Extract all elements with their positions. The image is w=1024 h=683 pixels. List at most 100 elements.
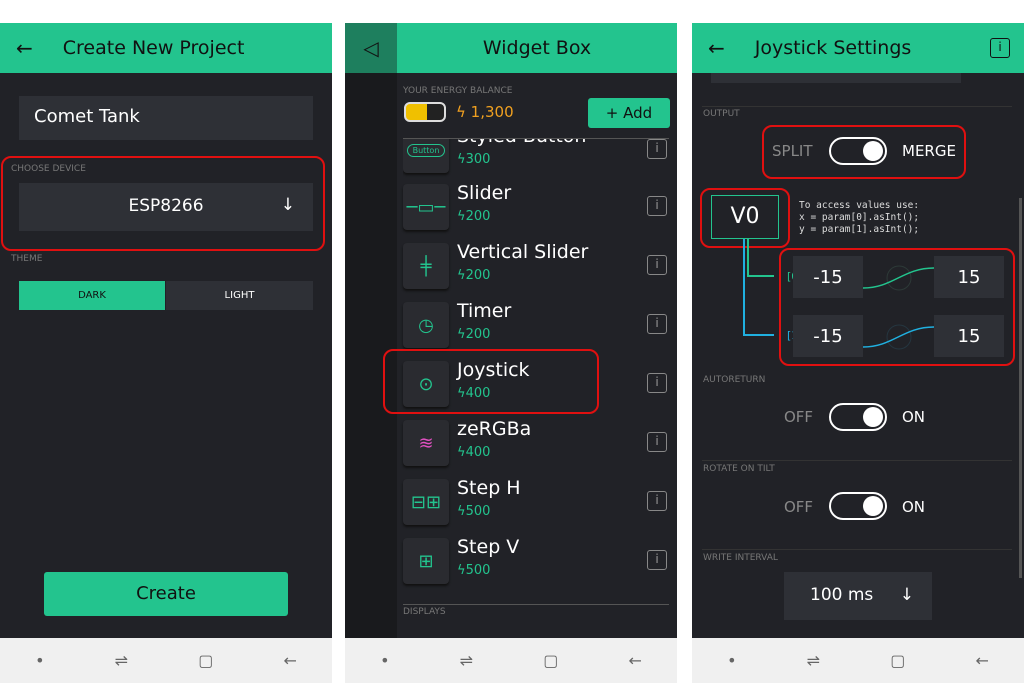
autoreturn-off-label: OFF <box>784 408 814 426</box>
page-title: Joystick Settings <box>754 37 912 59</box>
divider <box>702 549 1012 550</box>
widget-price: ϟ200 <box>457 268 491 283</box>
widget-price: ϟ300 <box>457 152 491 167</box>
styled-button-icon: Button <box>403 139 449 173</box>
widget-box-screen: ◁ Widget Box YOUR ENERGY BALANCE ϟ 1,300… <box>345 23 677 683</box>
dot-icon[interactable]: • <box>35 651 44 670</box>
header: ← Joystick Settings i <box>692 23 1024 73</box>
widget-name: Slider <box>457 182 512 204</box>
recents-icon[interactable]: ⇌ <box>115 651 128 670</box>
autoreturn-toggle[interactable] <box>829 403 887 431</box>
device-value: ESP8266 <box>128 196 204 216</box>
info-icon[interactable]: i <box>647 314 667 334</box>
info-icon[interactable]: i <box>647 550 667 570</box>
widget-name: Step H <box>457 477 521 499</box>
output-label: OUTPUT <box>703 109 740 119</box>
back-icon[interactable]: ← <box>629 651 642 670</box>
rotate-on-label: ON <box>902 498 926 516</box>
home-icon[interactable]: ▢ <box>198 651 213 670</box>
theme-dark-button[interactable]: DARK <box>19 281 165 310</box>
divider <box>702 460 1012 461</box>
system-nav-bar: • ⇌ ▢ ← <box>345 638 677 683</box>
chevron-down-icon: ↓ <box>899 585 914 605</box>
energy-value: 1,300 <box>470 103 514 121</box>
back-arrow-icon[interactable]: ← <box>708 36 725 60</box>
rotate-toggle[interactable] <box>829 492 887 520</box>
info-icon[interactable]: i <box>647 491 667 511</box>
write-interval-select[interactable]: 100 ms ↓ <box>784 572 932 620</box>
min-input-0[interactable]: -15 <box>793 256 863 298</box>
system-nav-bar: • ⇌ ▢ ← <box>0 638 332 683</box>
widget-item-zergba[interactable]: ≋ zeRGBa ϟ400 i <box>403 418 673 474</box>
page-title: Create New Project <box>62 37 245 59</box>
battery-icon <box>404 102 446 122</box>
curve-1 <box>863 324 934 350</box>
scrollbar[interactable] <box>1019 198 1022 578</box>
joystick-settings-screen: ← Joystick Settings i OUTPUT SPLIT MERGE… <box>692 23 1024 683</box>
curve-0 <box>863 265 934 291</box>
canvas-edge <box>345 23 397 638</box>
widget-price: ϟ500 <box>457 563 491 578</box>
device-select[interactable]: ESP8266 ↓ <box>19 183 313 231</box>
back-arrow-icon[interactable]: ← <box>16 36 33 60</box>
widget-price: ϟ200 <box>457 327 491 342</box>
slider-icon: ─▭─ <box>403 184 449 230</box>
back-icon[interactable]: ← <box>284 651 297 670</box>
autoreturn-label: AUTORETURN <box>703 375 766 385</box>
pin-select[interactable]: V0 <box>711 195 779 239</box>
zebra-icon: ≋ <box>403 420 449 466</box>
widget-item-timer[interactable]: ◷ Timer ϟ200 i <box>403 300 673 356</box>
recents-icon[interactable]: ⇌ <box>460 651 473 670</box>
choose-device-label: CHOOSE DEVICE <box>11 164 86 174</box>
add-energy-button[interactable]: + Add <box>588 98 670 128</box>
widget-price: ϟ400 <box>457 445 491 460</box>
theme-light-button[interactable]: LIGHT <box>166 281 313 310</box>
energy-label: YOUR ENERGY BALANCE <box>403 86 513 96</box>
info-icon[interactable]: i <box>647 432 667 452</box>
header: ← Create New Project <box>0 23 332 73</box>
name-field[interactable] <box>711 73 961 83</box>
divider <box>403 138 669 139</box>
min-input-1[interactable]: -15 <box>793 315 863 357</box>
info-icon[interactable]: i <box>647 139 667 159</box>
project-name-input[interactable]: Comet Tank <box>19 96 313 140</box>
widget-item-step-h[interactable]: ⊟⊞ Step H ϟ500 i <box>403 477 673 533</box>
info-icon[interactable]: i <box>647 255 667 275</box>
rotate-label: ROTATE ON TILT <box>703 464 775 474</box>
dot-icon[interactable]: • <box>380 651 389 670</box>
autoreturn-on-label: ON <box>902 408 926 426</box>
widget-item-vertical-slider[interactable]: ╪ Vertical Slider ϟ200 i <box>403 241 673 297</box>
dot-icon[interactable]: • <box>727 651 736 670</box>
write-interval-value: 100 ms <box>810 585 874 605</box>
widget-price: ϟ200 <box>457 209 491 224</box>
widget-name: Vertical Slider <box>457 241 589 263</box>
info-icon[interactable]: i <box>647 196 667 216</box>
split-merge-toggle[interactable] <box>829 137 887 165</box>
create-button[interactable]: Create <box>44 572 288 616</box>
info-icon[interactable]: i <box>990 38 1010 58</box>
widget-item-styled-button[interactable]: Button Styled Button ϟ300 i <box>403 125 673 181</box>
home-icon[interactable]: ▢ <box>543 651 558 670</box>
back-icon[interactable]: ← <box>976 651 989 670</box>
widget-name: Timer <box>457 300 512 322</box>
vertical-slider-icon: ╪ <box>403 243 449 289</box>
step-v-icon: ⊞ <box>403 538 449 584</box>
max-input-1[interactable]: 15 <box>934 315 1004 357</box>
displays-label: DISPLAYS <box>403 607 446 617</box>
timer-icon: ◷ <box>403 302 449 348</box>
page-title: Widget Box <box>482 37 592 59</box>
rotate-off-label: OFF <box>784 498 814 516</box>
widget-price: ϟ500 <box>457 504 491 519</box>
recents-icon[interactable]: ⇌ <box>807 651 820 670</box>
widget-name: Styled Button <box>457 125 587 147</box>
info-icon[interactable]: i <box>647 373 667 393</box>
widget-item-slider[interactable]: ─▭─ Slider ϟ200 i <box>403 182 673 238</box>
home-icon[interactable]: ▢ <box>890 651 905 670</box>
step-h-icon: ⊟⊞ <box>403 479 449 525</box>
collapse-icon[interactable]: ◁ <box>345 23 397 73</box>
energy-balance: ϟ 1,300 <box>456 103 514 121</box>
create-project-screen: ← Create New Project Comet Tank CHOOSE D… <box>0 23 332 683</box>
widget-item-step-v[interactable]: ⊞ Step V ϟ500 i <box>403 536 673 592</box>
chevron-down-icon: ↓ <box>280 195 295 215</box>
max-input-0[interactable]: 15 <box>934 256 1004 298</box>
